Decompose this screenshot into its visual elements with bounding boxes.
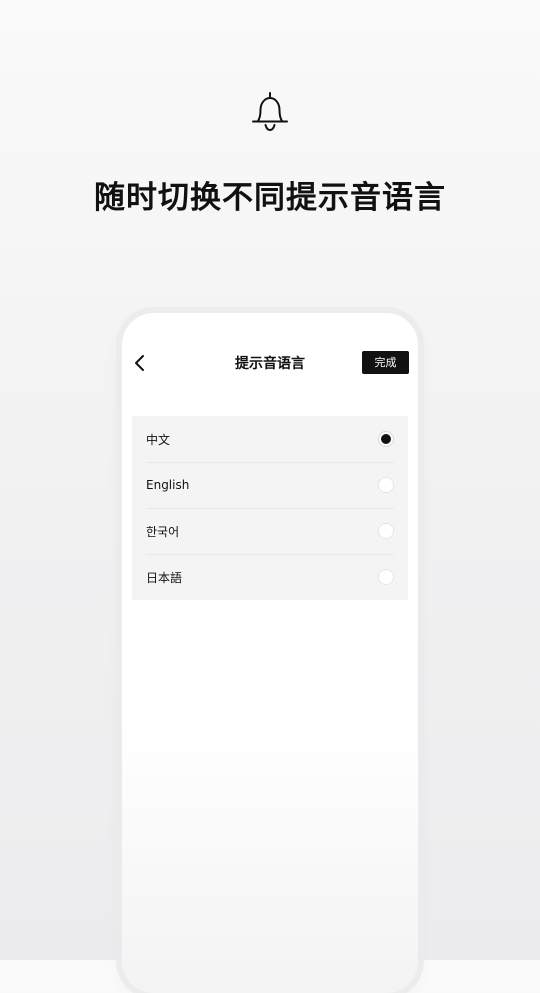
- promo-headline: 随时切换不同提示音语言: [94, 180, 446, 216]
- language-label: 한국어: [146, 524, 180, 539]
- language-label: English: [146, 478, 190, 492]
- language-option-english[interactable]: English: [132, 462, 408, 508]
- radio-selected[interactable]: [378, 431, 394, 447]
- radio-unselected[interactable]: [378, 523, 394, 539]
- radio-unselected[interactable]: [378, 477, 394, 493]
- done-button[interactable]: 完成: [362, 351, 409, 374]
- radio-unselected[interactable]: [378, 569, 394, 585]
- language-option-korean[interactable]: 한국어: [132, 508, 408, 554]
- chevron-left-icon[interactable]: [133, 353, 147, 373]
- nav-bar: 提示音语言 完成: [122, 349, 418, 377]
- phone-mockup: 提示音语言 完成 中文 English 한국어 日本語: [122, 313, 418, 993]
- bell-icon: [252, 92, 288, 132]
- language-label: 中文: [146, 432, 171, 447]
- language-option-japanese[interactable]: 日本語: [132, 554, 408, 600]
- language-option-chinese[interactable]: 中文: [132, 416, 408, 462]
- language-list: 中文 English 한국어 日本語: [132, 416, 408, 600]
- language-label: 日本語: [146, 570, 183, 585]
